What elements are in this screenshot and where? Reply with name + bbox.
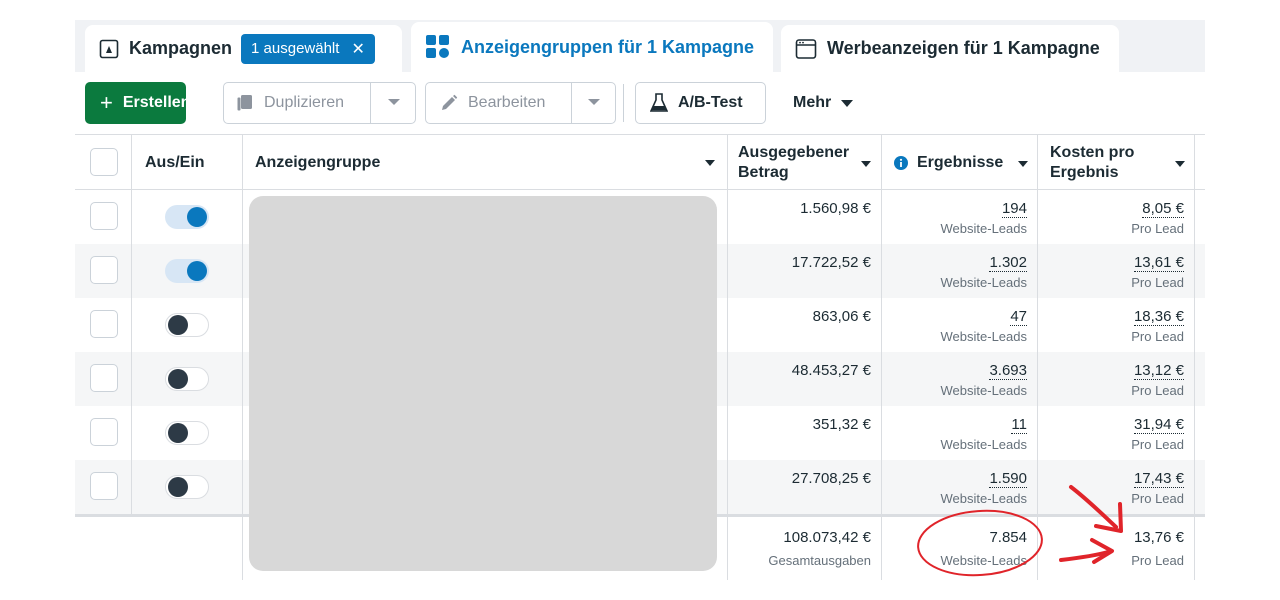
arrow-icon bbox=[1069, 485, 1123, 533]
arrow-icon bbox=[1059, 538, 1114, 564]
annotation-ellipse bbox=[917, 509, 1043, 577]
annotation-overlay bbox=[917, 485, 1123, 577]
